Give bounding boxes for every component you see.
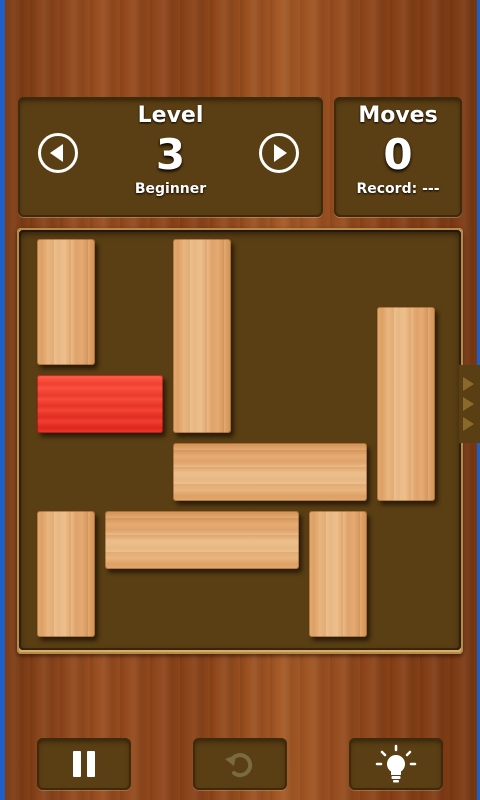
wood-block[interactable] [309,511,367,637]
level-heading: Level [137,103,204,128]
wood-block[interactable] [173,239,231,433]
moves-panel: Moves 0 Record: --- [334,97,462,217]
wood-block[interactable] [105,511,299,569]
exit-arrow-icon [463,417,474,431]
lightbulb-icon [375,744,417,783]
pause-button[interactable] [37,738,131,790]
level-difficulty: Beginner [134,181,207,197]
undo-icon [225,753,253,778]
next-level-button[interactable] [259,133,299,173]
exit-arrow-icon [463,377,474,391]
left-edge [0,0,5,800]
wood-block[interactable] [37,239,95,365]
target-block[interactable] [37,375,163,433]
moves-count: 0 [383,130,413,179]
exit-arrow-icon [463,397,474,411]
wood-block[interactable] [377,307,435,501]
moves-heading: Moves [358,103,438,128]
level-panel: Level 3 Beginner [18,97,323,217]
record-label: Record: --- [356,181,440,197]
wood-block[interactable] [37,511,95,637]
pause-icon [70,751,98,777]
wood-block[interactable] [173,443,367,501]
undo-button[interactable] [193,738,287,790]
hint-button[interactable] [349,738,443,790]
arrow-right-icon [274,144,287,162]
